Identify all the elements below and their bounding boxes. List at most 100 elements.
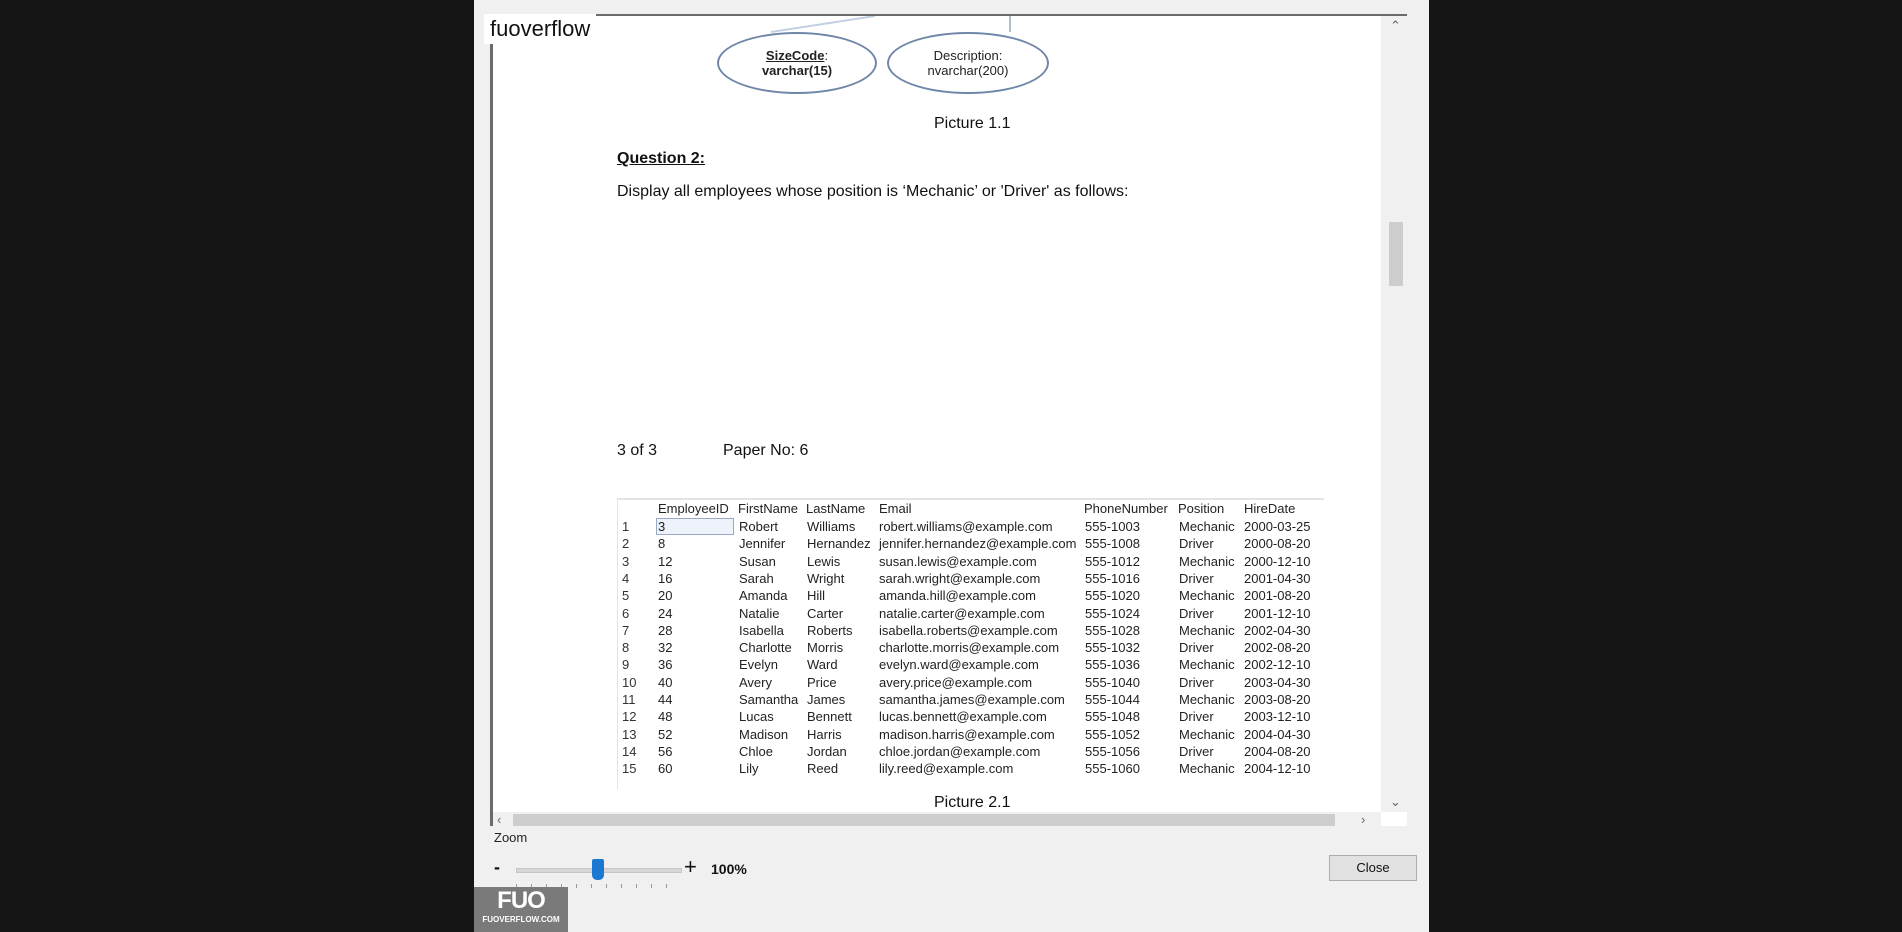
table-cell[interactable]: 16	[658, 571, 672, 586]
table-cell[interactable]: 2002-08-20	[1244, 640, 1311, 655]
table-cell[interactable]: Lucas	[739, 709, 774, 724]
table-cell[interactable]: Charlotte	[739, 640, 792, 655]
table-cell[interactable]: 60	[658, 761, 672, 776]
table-cell[interactable]: 555-1044	[1085, 692, 1140, 707]
horizontal-scroll-thumb[interactable]	[513, 814, 1335, 826]
table-cell[interactable]: 8	[658, 536, 665, 551]
table-cell[interactable]: Evelyn	[739, 657, 778, 672]
table-cell[interactable]: 555-1016	[1085, 571, 1140, 586]
table-cell[interactable]: 32	[658, 640, 672, 655]
scroll-down-icon[interactable]: ⌄	[1390, 794, 1401, 810]
table-cell[interactable]: charlotte.morris@example.com	[879, 640, 1059, 655]
close-button[interactable]: Close	[1329, 855, 1417, 881]
table-cell[interactable]: 2000-08-20	[1244, 536, 1311, 551]
table-cell[interactable]: Robert	[739, 519, 778, 534]
scroll-up-icon[interactable]: ⌃	[1390, 18, 1401, 34]
table-cell[interactable]: 2002-12-10	[1244, 657, 1311, 672]
table-cell[interactable]: Driver	[1179, 536, 1214, 551]
table-cell[interactable]: Chloe	[739, 744, 773, 759]
table-cell[interactable]: lucas.bennett@example.com	[879, 709, 1047, 724]
table-cell[interactable]: Mechanic	[1179, 727, 1235, 742]
column-header[interactable]: FirstName	[738, 501, 798, 516]
table-cell[interactable]: Hill	[807, 588, 825, 603]
table-cell[interactable]: madison.harris@example.com	[879, 727, 1055, 742]
table-cell[interactable]: Jennifer	[739, 536, 785, 551]
table-cell[interactable]: 555-1024	[1085, 606, 1140, 621]
table-cell[interactable]: 2001-12-10	[1244, 606, 1311, 621]
table-cell[interactable]: Wright	[807, 571, 844, 586]
table-cell[interactable]: Driver	[1179, 640, 1214, 655]
table-cell[interactable]: Avery	[739, 675, 772, 690]
column-header[interactable]: Email	[879, 501, 912, 516]
table-cell[interactable]: 44	[658, 692, 672, 707]
table-cell[interactable]: Amanda	[739, 588, 787, 603]
table-cell[interactable]: 40	[658, 675, 672, 690]
table-cell[interactable]: 555-1020	[1085, 588, 1140, 603]
table-cell[interactable]: Mechanic	[1179, 554, 1235, 569]
table-cell[interactable]: Lily	[739, 761, 759, 776]
table-cell[interactable]: Lewis	[807, 554, 840, 569]
table-cell[interactable]: 555-1052	[1085, 727, 1140, 742]
horizontal-scrollbar[interactable]: ‹ ›	[493, 812, 1381, 826]
table-cell[interactable]: 48	[658, 709, 672, 724]
table-cell[interactable]: 2004-12-10	[1244, 761, 1311, 776]
table-cell[interactable]: 2004-04-30	[1244, 727, 1311, 742]
table-cell[interactable]: 555-1056	[1085, 744, 1140, 759]
table-cell[interactable]: Driver	[1179, 675, 1214, 690]
table-cell[interactable]: James	[807, 692, 845, 707]
table-cell[interactable]: 12	[658, 554, 672, 569]
zoom-slider-thumb[interactable]	[592, 859, 604, 880]
table-cell[interactable]: Ward	[807, 657, 838, 672]
table-cell[interactable]: Mechanic	[1179, 519, 1235, 534]
document-viewport[interactable]: SizeCode: varchar(15) Description: nvarc…	[490, 14, 1407, 826]
table-cell[interactable]: Mechanic	[1179, 623, 1235, 638]
table-cell[interactable]: Carter	[807, 606, 843, 621]
table-cell[interactable]: 555-1032	[1085, 640, 1140, 655]
table-cell[interactable]: Roberts	[807, 623, 853, 638]
table-cell[interactable]: 2002-04-30	[1244, 623, 1311, 638]
column-header[interactable]: Position	[1178, 501, 1224, 516]
table-cell[interactable]: Driver	[1179, 571, 1214, 586]
table-cell[interactable]: 56	[658, 744, 672, 759]
table-cell[interactable]: 2003-04-30	[1244, 675, 1311, 690]
zoom-in-button[interactable]: +	[684, 854, 697, 880]
table-cell[interactable]: Natalie	[739, 606, 779, 621]
table-cell[interactable]: Williams	[807, 519, 855, 534]
table-cell[interactable]: chloe.jordan@example.com	[879, 744, 1040, 759]
column-header[interactable]: LastName	[806, 501, 865, 516]
table-cell[interactable]: 3	[658, 519, 665, 534]
column-header[interactable]: PhoneNumber	[1084, 501, 1168, 516]
table-cell[interactable]: 52	[658, 727, 672, 742]
table-cell[interactable]: Reed	[807, 761, 838, 776]
table-cell[interactable]: 555-1048	[1085, 709, 1140, 724]
scroll-right-icon[interactable]: ›	[1361, 812, 1365, 826]
table-cell[interactable]: amanda.hill@example.com	[879, 588, 1036, 603]
table-cell[interactable]: 2001-04-30	[1244, 571, 1311, 586]
vertical-scrollbar[interactable]: ⌃ ⌄	[1381, 16, 1407, 812]
table-cell[interactable]: Samantha	[739, 692, 798, 707]
table-cell[interactable]: natalie.carter@example.com	[879, 606, 1045, 621]
column-header[interactable]: EmployeeID	[658, 501, 729, 516]
table-cell[interactable]: 2000-12-10	[1244, 554, 1311, 569]
table-cell[interactable]: 28	[658, 623, 672, 638]
table-cell[interactable]: Hernandez	[807, 536, 871, 551]
column-header[interactable]: HireDate	[1244, 501, 1295, 516]
table-cell[interactable]: 555-1036	[1085, 657, 1140, 672]
zoom-out-button[interactable]: -	[494, 857, 500, 878]
table-cell[interactable]: Jordan	[807, 744, 847, 759]
table-cell[interactable]: 555-1008	[1085, 536, 1140, 551]
table-cell[interactable]: sarah.wright@example.com	[879, 571, 1040, 586]
table-cell[interactable]: 2004-08-20	[1244, 744, 1311, 759]
table-cell[interactable]: Driver	[1179, 606, 1214, 621]
table-cell[interactable]: 555-1012	[1085, 554, 1140, 569]
table-cell[interactable]: Morris	[807, 640, 843, 655]
table-cell[interactable]: samantha.james@example.com	[879, 692, 1065, 707]
table-cell[interactable]: 2001-08-20	[1244, 588, 1311, 603]
table-cell[interactable]: Madison	[739, 727, 788, 742]
table-cell[interactable]: Mechanic	[1179, 657, 1235, 672]
table-cell[interactable]: Price	[807, 675, 837, 690]
table-cell[interactable]: isabella.roberts@example.com	[879, 623, 1058, 638]
table-cell[interactable]: 555-1060	[1085, 761, 1140, 776]
table-cell[interactable]: Mechanic	[1179, 761, 1235, 776]
table-cell[interactable]: Mechanic	[1179, 588, 1235, 603]
